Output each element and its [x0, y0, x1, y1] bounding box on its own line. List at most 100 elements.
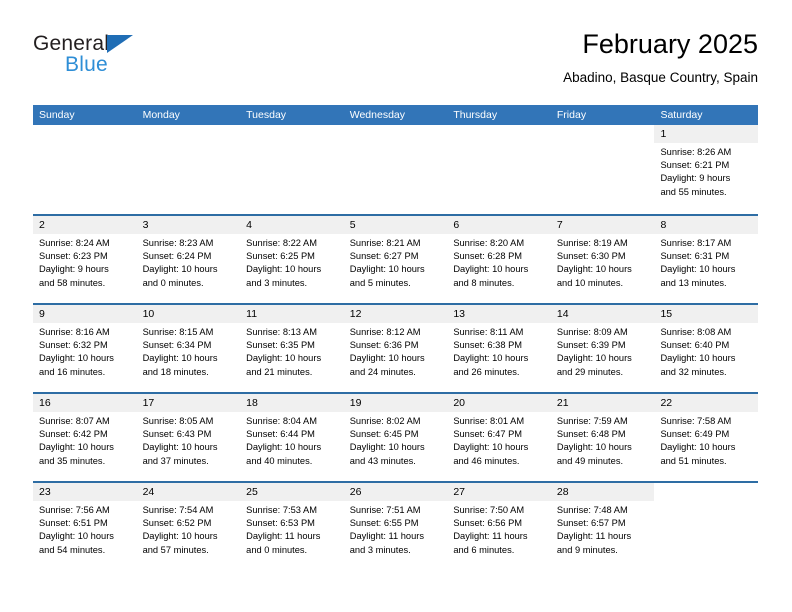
- day-cell[interactable]: 3 Sunrise: 8:23 AM Sunset: 6:24 PM Daylight…: [136, 216, 241, 303]
- weekday-header-wednesday: Wednesday: [349, 109, 405, 121]
- day-number: 12: [343, 305, 448, 323]
- day-cell[interactable]: 25 Sunrise: 7:53 AM Sunset: 6:53 PM Dayligh…: [240, 483, 344, 570]
- sunset-time: Sunset: 6:34 PM: [142, 340, 212, 351]
- sunrise-time: Sunrise: 8:09 AM: [556, 327, 628, 337]
- sunrise-time: Sunrise: 8:08 AM: [660, 327, 732, 337]
- week-row: 1 Sunrise: 8:26 AM Sunset: 6:21 PM Daylight…: [33, 125, 759, 214]
- daylight-duration-line1: Daylight: 10 hours: [142, 442, 218, 453]
- sunset-time: Sunset: 6:53 PM: [246, 518, 315, 529]
- day-cell[interactable]: 24 Sunrise: 7:54 AM Sunset: 6:52 PM Dayligh…: [136, 483, 241, 570]
- day-cell-empty: [550, 125, 655, 214]
- daylight-duration-line2: and 0 minutes.: [142, 277, 204, 288]
- sunrise-time: Sunrise: 8:19 AM: [556, 238, 628, 248]
- day-cell[interactable]: 4 Sunrise: 8:22 AM Sunset: 6:25 PM Daylight…: [240, 216, 344, 303]
- day-details: Sunrise: 8:24 AM Sunset: 6:23 PM Daylight:…: [33, 234, 137, 290]
- day-details: Sunrise: 8:21 AM Sunset: 6:27 PM Daylight:…: [344, 234, 448, 290]
- sunrise-time: Sunrise: 7:59 AM: [556, 416, 628, 426]
- day-cell[interactable]: 2 Sunrise: 8:24 AM Sunset: 6:23 PM Daylight…: [33, 216, 137, 303]
- day-cell[interactable]: 13 Sunrise: 8:11 AM Sunset: 6:38 PM Dayligh…: [447, 305, 551, 392]
- day-cell[interactable]: 12 Sunrise: 8:12 AM Sunset: 6:36 PM Dayligh…: [343, 305, 448, 392]
- sunrise-time: Sunrise: 7:58 AM: [660, 416, 732, 426]
- general-blue-logo[interactable]: General Blue: [33, 32, 243, 88]
- sunset-time: Sunset: 6:21 PM: [660, 160, 730, 171]
- day-details: Sunrise: 8:11 AM Sunset: 6:38 PM Daylight:…: [447, 323, 551, 379]
- day-cell[interactable]: 1 Sunrise: 8:26 AM Sunset: 6:21 PM Daylight…: [654, 125, 759, 214]
- daylight-duration-line2: and 8 minutes.: [453, 277, 515, 288]
- day-number: [654, 483, 759, 501]
- day-cell[interactable]: 11 Sunrise: 8:13 AM Sunset: 6:35 PM Dayligh…: [240, 305, 344, 392]
- day-cell[interactable]: 23 Sunrise: 7:56 AM Sunset: 6:51 PM Dayligh…: [33, 483, 137, 570]
- sunrise-time: Sunrise: 8:24 AM: [39, 238, 110, 248]
- daylight-duration-line2: and 21 minutes.: [246, 366, 313, 377]
- day-details: Sunrise: 8:08 AM Sunset: 6:40 PM Daylight:…: [654, 323, 758, 379]
- calendar-grid: Sunday Monday Tuesday Wednesday Thursday Frid…: [33, 105, 759, 570]
- sunrise-time: Sunrise: 8:04 AM: [246, 416, 317, 426]
- daylight-duration-line1: Daylight: 11 hours: [246, 531, 321, 542]
- day-number: 25: [240, 483, 344, 501]
- daylight-duration-line2: and 58 minutes.: [39, 277, 106, 288]
- day-cell[interactable]: 18 Sunrise: 8:04 AM Sunset: 6:44 PM Dayligh…: [240, 394, 344, 481]
- sunset-time: Sunset: 6:28 PM: [453, 251, 523, 262]
- sunset-time: Sunset: 6:27 PM: [349, 251, 419, 262]
- day-number: [447, 125, 551, 143]
- sunset-time: Sunset: 6:51 PM: [39, 518, 108, 529]
- daylight-duration-line2: and 9 minutes.: [556, 544, 618, 555]
- daylight-duration-line2: and 29 minutes.: [556, 366, 624, 377]
- day-number: 23: [33, 483, 137, 501]
- sunset-time: Sunset: 6:39 PM: [556, 340, 626, 351]
- daylight-duration-line2: and 54 minutes.: [39, 544, 106, 555]
- sunset-time: Sunset: 6:31 PM: [660, 251, 730, 262]
- day-details: Sunrise: 8:17 AM Sunset: 6:31 PM Daylight:…: [654, 234, 758, 290]
- daylight-duration-line1: Daylight: 10 hours: [246, 264, 322, 275]
- day-cell[interactable]: 8 Sunrise: 8:17 AM Sunset: 6:31 PM Daylight…: [654, 216, 759, 303]
- sunset-time: Sunset: 6:35 PM: [246, 340, 315, 351]
- day-number: 19: [343, 394, 448, 412]
- day-cell[interactable]: 6 Sunrise: 8:20 AM Sunset: 6:28 PM Daylight…: [447, 216, 551, 303]
- sunset-time: Sunset: 6:32 PM: [39, 340, 108, 351]
- weekday-header-thursday: Thursday: [453, 109, 498, 121]
- day-cell[interactable]: 7 Sunrise: 8:19 AM Sunset: 6:30 PM Daylight…: [550, 216, 655, 303]
- day-cell[interactable]: 16 Sunrise: 8:07 AM Sunset: 6:42 PM Dayligh…: [33, 394, 137, 481]
- day-cell[interactable]: 20 Sunrise: 8:01 AM Sunset: 6:47 PM Dayligh…: [447, 394, 551, 481]
- day-cell[interactable]: 17 Sunrise: 8:05 AM Sunset: 6:43 PM Dayligh…: [136, 394, 241, 481]
- day-details: Sunrise: 8:13 AM Sunset: 6:35 PM Daylight:…: [240, 323, 344, 379]
- day-number: 17: [136, 394, 241, 412]
- day-cell[interactable]: 9 Sunrise: 8:16 AM Sunset: 6:32 PM Daylight…: [33, 305, 137, 392]
- day-cell[interactable]: 5 Sunrise: 8:21 AM Sunset: 6:27 PM Daylight…: [343, 216, 448, 303]
- sunrise-time: Sunrise: 8:15 AM: [142, 327, 214, 337]
- daylight-duration-line1: Daylight: 10 hours: [246, 442, 322, 453]
- daylight-duration-line1: Daylight: 10 hours: [556, 353, 632, 364]
- day-cell[interactable]: 27 Sunrise: 7:50 AM Sunset: 6:56 PM Dayligh…: [447, 483, 551, 570]
- day-cell[interactable]: 21 Sunrise: 7:59 AM Sunset: 6:48 PM Dayligh…: [550, 394, 655, 481]
- daylight-duration-line1: Daylight: 10 hours: [39, 353, 114, 364]
- sunrise-time: Sunrise: 8:20 AM: [453, 238, 525, 248]
- day-cell[interactable]: 10 Sunrise: 8:15 AM Sunset: 6:34 PM Dayligh…: [136, 305, 241, 392]
- daylight-duration-line1: Daylight: 10 hours: [142, 264, 218, 275]
- daylight-duration-line2: and 55 minutes.: [660, 186, 727, 197]
- day-cell[interactable]: 15 Sunrise: 8:08 AM Sunset: 6:40 PM Dayligh…: [654, 305, 759, 392]
- daylight-duration-line1: Daylight: 10 hours: [349, 264, 425, 275]
- day-cell[interactable]: 22 Sunrise: 7:58 AM Sunset: 6:49 PM Dayligh…: [654, 394, 759, 481]
- day-details: Sunrise: 7:58 AM Sunset: 6:49 PM Daylight:…: [654, 412, 758, 468]
- day-number: 8: [654, 216, 759, 234]
- sunset-time: Sunset: 6:52 PM: [142, 518, 212, 529]
- day-number: 22: [654, 394, 759, 412]
- sunset-time: Sunset: 6:43 PM: [142, 429, 212, 440]
- day-details: Sunrise: 8:22 AM Sunset: 6:25 PM Daylight:…: [240, 234, 344, 290]
- sunset-time: Sunset: 6:56 PM: [453, 518, 523, 529]
- day-number: 9: [33, 305, 137, 323]
- day-number: 6: [447, 216, 551, 234]
- day-number: 4: [240, 216, 344, 234]
- day-details: Sunrise: 8:23 AM Sunset: 6:24 PM Daylight:…: [137, 234, 241, 290]
- daylight-duration-line2: and 18 minutes.: [142, 366, 209, 377]
- sunset-time: Sunset: 6:57 PM: [556, 518, 626, 529]
- day-cell[interactable]: 28 Sunrise: 7:48 AM Sunset: 6:57 PM Dayligh…: [550, 483, 655, 570]
- day-cell[interactable]: 26 Sunrise: 7:51 AM Sunset: 6:55 PM Dayligh…: [343, 483, 448, 570]
- day-cell[interactable]: 14 Sunrise: 8:09 AM Sunset: 6:39 PM Dayligh…: [550, 305, 655, 392]
- daylight-duration-line2: and 6 minutes.: [453, 544, 515, 555]
- daylight-duration-line2: and 32 minutes.: [660, 366, 727, 377]
- sunset-time: Sunset: 6:44 PM: [246, 429, 315, 440]
- day-cell[interactable]: 19 Sunrise: 8:02 AM Sunset: 6:45 PM Dayligh…: [343, 394, 448, 481]
- daylight-duration-line2: and 3 minutes.: [246, 277, 308, 288]
- daylight-duration-line1: Daylight: 10 hours: [660, 353, 736, 364]
